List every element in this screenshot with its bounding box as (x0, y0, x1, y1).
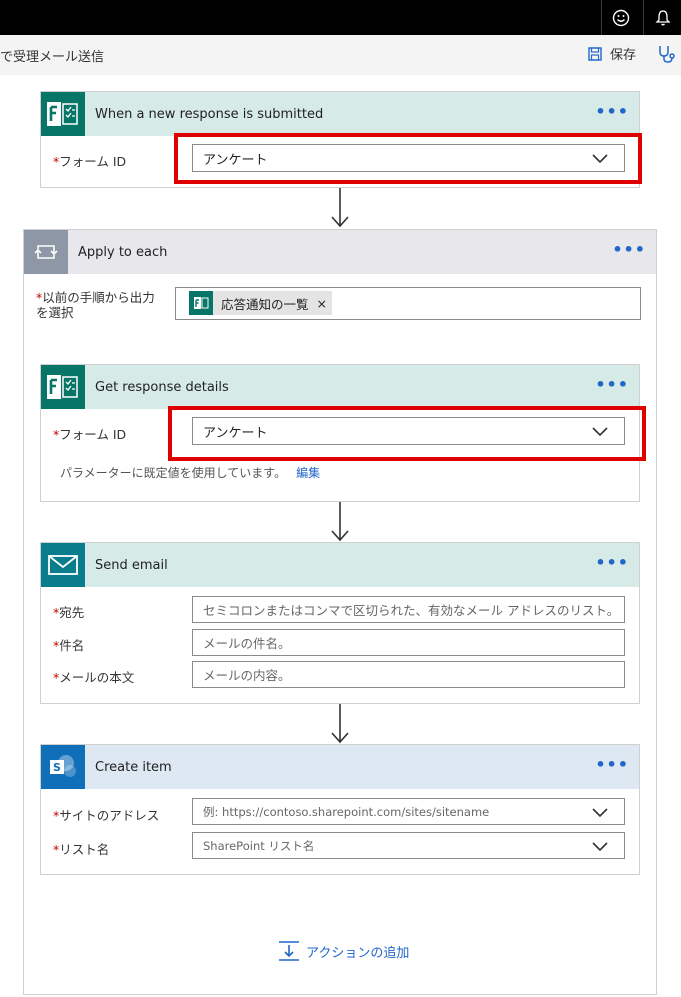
chevron-down-icon (592, 808, 608, 818)
list-name-label-text: リスト名 (59, 842, 110, 857)
to-label: *宛先 (53, 602, 84, 621)
site-address-label: *サイトのアドレス (53, 805, 159, 824)
add-action-icon (279, 941, 299, 961)
send-email-header[interactable]: Send email ••• (41, 543, 639, 587)
body-label: *メールの本文 (53, 667, 134, 686)
highlight-box (168, 406, 646, 461)
arrow-down-icon (331, 188, 349, 228)
more-options-button[interactable]: ••• (595, 757, 629, 773)
more-options-button[interactable]: ••• (595, 104, 629, 120)
body-input[interactable]: メールの内容。 (192, 661, 625, 688)
flow-checker-button[interactable] (656, 44, 676, 68)
add-action-label: アクションの追加 (306, 945, 410, 961)
trigger-title: When a new response is submitted (95, 106, 324, 122)
more-options-button[interactable]: ••• (595, 377, 629, 393)
form-id-label: *フォーム ID (53, 424, 126, 443)
create-item-header[interactable]: S Create item ••• (41, 745, 639, 789)
save-icon (588, 46, 602, 61)
save-label: 保存 (610, 48, 637, 63)
more-options-button[interactable]: ••• (612, 242, 646, 258)
command-bar: で受理メール送信 保存 (0, 35, 681, 75)
get-response-details-title: Get response details (95, 379, 229, 395)
stethoscope-icon (659, 46, 675, 63)
to-label-text: 宛先 (59, 605, 85, 620)
feedback-button[interactable] (601, 0, 640, 35)
output-label: *以前の手順から出力 を選択 (36, 290, 155, 320)
list-name-placeholder: SharePoint リスト名 (203, 838, 315, 853)
send-email-title: Send email (95, 557, 168, 573)
save-button[interactable]: 保存 (588, 44, 636, 63)
token-remove-button[interactable]: × (317, 296, 327, 311)
body-placeholder: メールの内容。 (203, 668, 291, 683)
output-label-line1: 以前の手順から出力 (42, 290, 155, 305)
token-label: 応答通知の一覧 (221, 296, 309, 312)
site-address-label-text: サイトのアドレス (59, 808, 160, 823)
sharepoint-icon: S (41, 745, 85, 789)
site-address-dropdown[interactable]: 例: https://contoso.sharepoint.com/sites/… (192, 798, 625, 825)
flow-title: で受理メール送信 (0, 50, 105, 65)
forms-icon (41, 365, 85, 409)
get-response-details-header[interactable]: Get response details ••• (41, 365, 639, 409)
site-address-placeholder: 例: https://contoso.sharepoint.com/sites/… (203, 804, 490, 819)
apply-to-each-header[interactable]: Apply to each ••• (24, 230, 656, 274)
loop-icon (24, 230, 68, 274)
subject-label: *件名 (53, 635, 84, 654)
trigger-card-header[interactable]: When a new response is submitted ••• (41, 92, 639, 136)
top-bar (0, 0, 681, 35)
mail-icon (41, 543, 85, 587)
arrow-down-icon (331, 502, 349, 542)
subject-placeholder: メールの件名。 (203, 636, 291, 651)
subject-input[interactable]: メールの件名。 (192, 629, 625, 656)
subject-label-text: 件名 (59, 638, 85, 653)
bell-icon (655, 9, 671, 25)
smiley-icon (612, 9, 630, 26)
send-email-card: Send email ••• *宛先 セミコロンまたはコンマで区切られた、有効な… (40, 542, 640, 704)
list-name-label: *リスト名 (53, 839, 109, 858)
to-placeholder: セミコロンまたはコンマで区切られた、有効なメール アドレスのリスト。 (203, 603, 620, 618)
create-item-card: S Create item ••• *サイトのアドレス 例: https://c… (40, 744, 640, 875)
notification-button[interactable] (643, 0, 681, 35)
create-item-title: Create item (95, 759, 172, 775)
highlight-box (174, 133, 642, 184)
hint-text: パラメーターに既定値を使用しています。 (60, 466, 287, 480)
more-options-button[interactable]: ••• (595, 555, 629, 571)
form-id-label: *フォーム ID (53, 151, 126, 170)
chevron-down-icon (592, 842, 608, 852)
edit-link[interactable]: 編集 (296, 466, 320, 480)
to-input[interactable]: セミコロンまたはコンマで区切られた、有効なメール アドレスのリスト。 (192, 596, 625, 623)
output-label-line2: を選択 (36, 305, 74, 320)
svg-text:S: S (53, 761, 61, 774)
form-id-label-text: フォーム ID (59, 154, 127, 169)
default-value-hint: パラメーターに既定値を使用しています。 編集 (60, 464, 320, 481)
dynamic-content-token[interactable]: 応答通知の一覧 × (189, 291, 332, 315)
arrow-down-icon (331, 704, 349, 744)
forms-icon (41, 92, 85, 136)
forms-icon (189, 291, 213, 315)
list-name-dropdown[interactable]: SharePoint リスト名 (192, 832, 625, 859)
add-action-button[interactable]: アクションの追加 (278, 940, 409, 962)
apply-to-each-title: Apply to each (78, 244, 168, 260)
body-label-text: メールの本文 (59, 670, 135, 685)
form-id-label-text: フォーム ID (59, 427, 127, 442)
